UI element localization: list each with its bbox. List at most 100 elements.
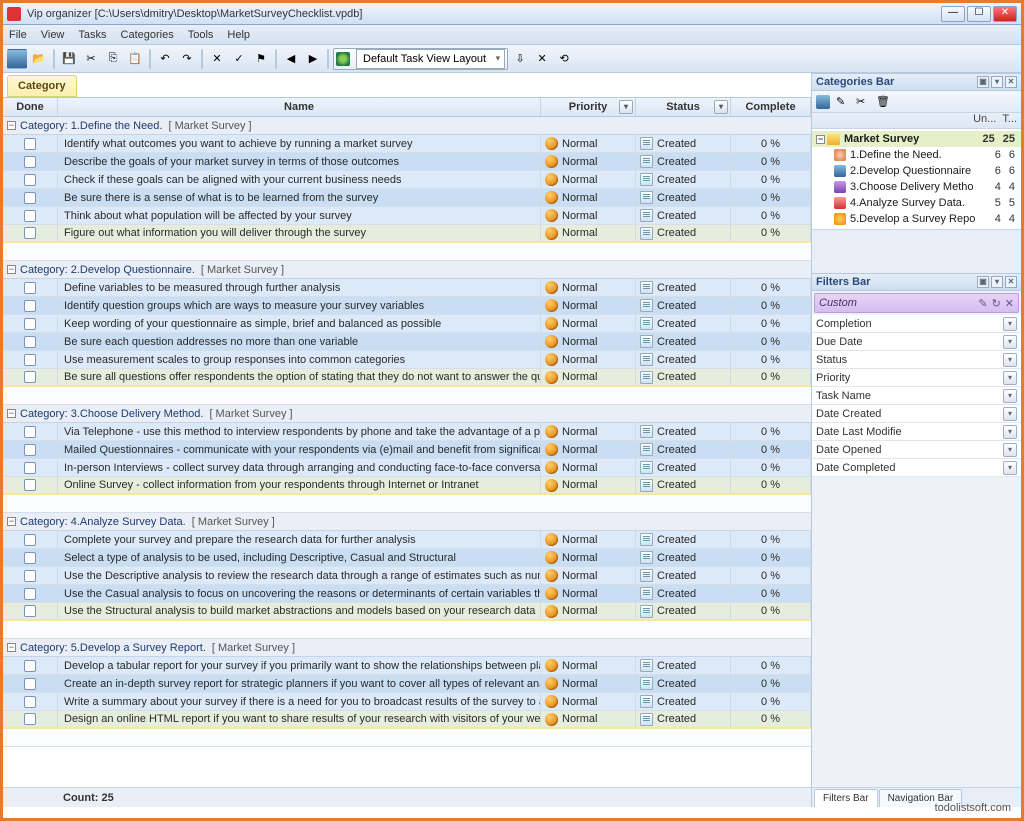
extra-icon-3[interactable]: ⟲ — [554, 49, 574, 69]
task-row[interactable]: Complete your survey and prepare the res… — [3, 531, 811, 549]
filter-item[interactable]: Date Completed▾ — [812, 459, 1021, 477]
filter-apply-icon[interactable]: ✎ — [978, 297, 987, 310]
task-row[interactable]: Online Survey - collect information from… — [3, 477, 811, 495]
close-button[interactable]: ✕ — [993, 6, 1017, 22]
tree-collapse-icon[interactable]: − — [816, 135, 825, 144]
filter-dropdown-icon[interactable]: ▾ — [1003, 443, 1017, 457]
done-checkbox[interactable] — [24, 138, 36, 150]
filter-dropdown-icon[interactable]: ▾ — [1003, 353, 1017, 367]
done-checkbox[interactable] — [24, 210, 36, 222]
col-done[interactable]: Done — [3, 98, 58, 116]
col-complete[interactable]: Complete — [731, 98, 811, 116]
task-row[interactable]: Figure out what information you will del… — [3, 225, 811, 243]
done-checkbox[interactable] — [24, 336, 36, 348]
task-row[interactable]: Design an online HTML report if you want… — [3, 711, 811, 729]
task-row[interactable]: Describe the goals of your market survey… — [3, 153, 811, 171]
done-checkbox[interactable] — [24, 552, 36, 564]
filter-item[interactable]: Due Date▾ — [812, 333, 1021, 351]
col-priority[interactable]: Priority▾ — [541, 98, 636, 116]
done-checkbox[interactable] — [24, 227, 36, 239]
task-row[interactable]: Keep wording of your questionnaire as si… — [3, 315, 811, 333]
panel-opt-icon[interactable]: ▾ — [991, 76, 1003, 88]
done-checkbox[interactable] — [24, 444, 36, 456]
menu-view[interactable]: View — [41, 29, 65, 41]
status-filter-icon[interactable]: ▾ — [714, 100, 728, 114]
task-row[interactable]: Be sure there is a sense of what is to b… — [3, 189, 811, 207]
collapse-icon[interactable]: − — [7, 121, 16, 130]
menu-tasks[interactable]: Tasks — [78, 29, 106, 41]
filter-item[interactable]: Date Opened▾ — [812, 441, 1021, 459]
task-row[interactable]: Think about what population will be affe… — [3, 207, 811, 225]
collapse-icon[interactable]: − — [7, 517, 16, 526]
forward-icon[interactable]: ▶ — [303, 49, 323, 69]
tree-item[interactable]: 1.Define the Need.66 — [812, 147, 1021, 163]
task-row[interactable]: In-person Interviews - collect survey da… — [3, 459, 811, 477]
done-checkbox[interactable] — [24, 534, 36, 546]
done-checkbox[interactable] — [24, 354, 36, 366]
category-tab[interactable]: Category — [7, 75, 77, 97]
done-checkbox[interactable] — [24, 588, 36, 600]
done-checkbox[interactable] — [24, 570, 36, 582]
done-checkbox[interactable] — [24, 156, 36, 168]
check-icon[interactable]: ✓ — [229, 49, 249, 69]
back-icon[interactable]: ◀ — [281, 49, 301, 69]
copy-icon[interactable]: ⎘ — [103, 49, 123, 69]
cat-edit-icon[interactable]: ✎ — [836, 95, 850, 109]
done-checkbox[interactable] — [24, 282, 36, 294]
task-row[interactable]: Use the Casual analysis to focus on unco… — [3, 585, 811, 603]
filter-item[interactable]: Task Name▾ — [812, 387, 1021, 405]
task-row[interactable]: Identify what outcomes you want to achie… — [3, 135, 811, 153]
done-checkbox[interactable] — [24, 660, 36, 672]
priority-filter-icon[interactable]: ▾ — [619, 100, 633, 114]
task-row[interactable]: Develop a tabular report for your survey… — [3, 657, 811, 675]
category-group-row[interactable]: −Category: 5.Develop a Survey Report. [ … — [3, 639, 811, 657]
collapse-icon[interactable]: − — [7, 643, 16, 652]
filter-del-icon[interactable]: ✕ — [1005, 297, 1014, 310]
menu-categories[interactable]: Categories — [121, 29, 174, 41]
delete-icon[interactable]: ✕ — [207, 49, 227, 69]
tree-item[interactable]: 2.Develop Questionnaire66 — [812, 163, 1021, 179]
filter-item[interactable]: Date Last Modifie▾ — [812, 423, 1021, 441]
new-icon[interactable] — [7, 49, 27, 69]
done-checkbox[interactable] — [24, 479, 36, 491]
menu-tools[interactable]: Tools — [188, 29, 214, 41]
cat-del-icon[interactable]: 🗑 — [876, 95, 890, 109]
menu-help[interactable]: Help — [227, 29, 250, 41]
layout-selector[interactable]: Default Task View Layout — [333, 48, 508, 70]
collapse-icon[interactable]: − — [7, 265, 16, 274]
fpanel-close-icon[interactable]: ✕ — [1005, 276, 1017, 288]
filter-item[interactable]: Status▾ — [812, 351, 1021, 369]
done-checkbox[interactable] — [24, 605, 36, 617]
task-row[interactable]: Be sure each question addresses no more … — [3, 333, 811, 351]
filter-custom[interactable]: Custom ✎ ↻ ✕ — [814, 293, 1019, 313]
tree-item[interactable]: 3.Choose Delivery Metho44 — [812, 179, 1021, 195]
filter-dropdown-icon[interactable]: ▾ — [1003, 389, 1017, 403]
collapse-icon[interactable]: − — [7, 409, 16, 418]
filter-item[interactable]: Priority▾ — [812, 369, 1021, 387]
task-row[interactable]: Use the Structural analysis to build mar… — [3, 603, 811, 621]
category-group-row[interactable]: −Category: 2.Develop Questionnaire. [ Ma… — [3, 261, 811, 279]
category-tree[interactable]: −Market Survey25251.Define the Need.662.… — [812, 129, 1021, 230]
filter-item[interactable]: Completion▾ — [812, 315, 1021, 333]
extra-icon-1[interactable]: ⇩ — [510, 49, 530, 69]
fpanel-opt-icon[interactable]: ▾ — [991, 276, 1003, 288]
task-row[interactable]: Via Telephone - use this method to inter… — [3, 423, 811, 441]
filter-dropdown-icon[interactable]: ▾ — [1003, 335, 1017, 349]
tab-filters-bar[interactable]: Filters Bar — [814, 789, 878, 807]
filter-dropdown-icon[interactable]: ▾ — [1003, 407, 1017, 421]
layout-select[interactable]: Default Task View Layout — [356, 49, 505, 69]
done-checkbox[interactable] — [24, 174, 36, 186]
task-row[interactable]: Select a type of analysis to be used, in… — [3, 549, 811, 567]
task-row[interactable]: Use measurement scales to group response… — [3, 351, 811, 369]
task-row[interactable]: Identify question groups which are ways … — [3, 297, 811, 315]
undo-icon[interactable]: ↶ — [155, 49, 175, 69]
maximize-button[interactable]: ☐ — [967, 6, 991, 22]
task-row[interactable]: Check if these goals can be aligned with… — [3, 171, 811, 189]
filter-item[interactable]: Date Created▾ — [812, 405, 1021, 423]
tree-item[interactable]: 4.Analyze Survey Data.55 — [812, 195, 1021, 211]
done-checkbox[interactable] — [24, 192, 36, 204]
done-checkbox[interactable] — [24, 300, 36, 312]
cut-icon[interactable]: ✂ — [81, 49, 101, 69]
panel-close-icon[interactable]: ✕ — [1005, 76, 1017, 88]
tree-item[interactable]: 5.Develop a Survey Repo44 — [812, 211, 1021, 227]
